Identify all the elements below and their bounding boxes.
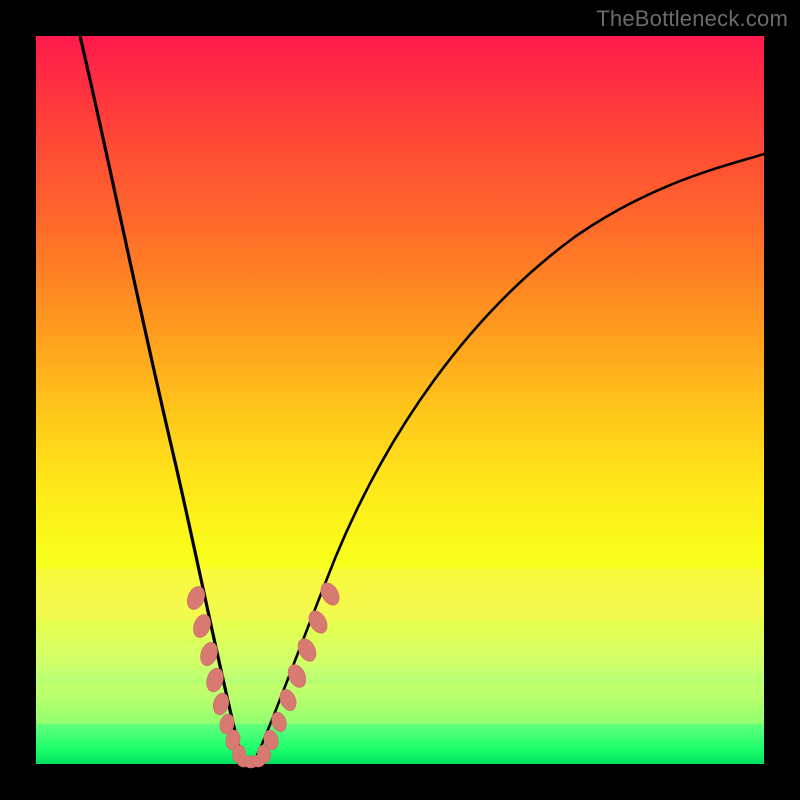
curve-right-branch: [254, 154, 764, 762]
curve-group: [80, 36, 764, 762]
plot-area: [36, 36, 764, 764]
marker-dot: [269, 710, 288, 733]
marker-dot: [204, 666, 226, 693]
marker-dot: [285, 662, 310, 691]
bottleneck-curve-svg: [36, 36, 764, 764]
marker-dot: [294, 636, 319, 665]
chart-frame: TheBottleneck.com: [0, 0, 800, 800]
marker-dot: [198, 640, 221, 668]
watermark-text: TheBottleneck.com: [596, 6, 788, 32]
curve-left-branch: [80, 36, 248, 762]
marker-dot: [277, 687, 299, 713]
